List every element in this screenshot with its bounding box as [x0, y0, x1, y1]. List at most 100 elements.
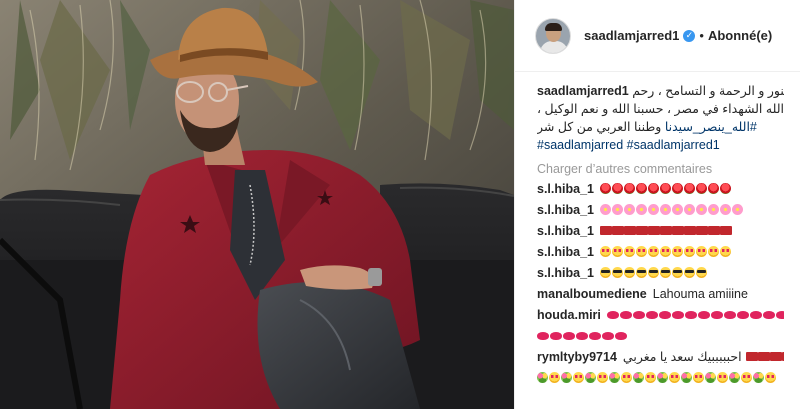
- sunglasses-emoji-icon: [647, 267, 659, 278]
- bouquet-emoji-icon: [609, 372, 620, 383]
- follow-status-button[interactable]: Abonné(e): [708, 28, 772, 43]
- bouquet-emoji-icon: [729, 372, 740, 383]
- heart-eyes-emoji-icon: [645, 372, 656, 383]
- lips-emoji-icon: [606, 310, 619, 319]
- blossom-emoji-icon: [599, 204, 611, 215]
- lips-emoji-icon: [645, 310, 658, 319]
- comment-row: rymltyby9714 احبببببيك سعد يا مغربي: [537, 346, 784, 367]
- morocco-flag-emoji-icon: [659, 226, 672, 235]
- blossom-emoji-icon: [719, 204, 731, 215]
- morocco-flag-emoji-icon: [769, 352, 782, 361]
- rose-emoji-icon: [671, 183, 683, 194]
- blossom-emoji-icon: [683, 204, 695, 215]
- comment-rows: s.l.hiba_1 s.l.hiba_1 s.l.hiba_1 s.l.hiba_1…: [537, 178, 784, 388]
- heart-eyes-emoji-icon: [635, 246, 647, 257]
- morocco-flag-emoji-icon: [683, 226, 696, 235]
- morocco-flag-emoji-icon: [671, 226, 684, 235]
- heart-eyes-emoji-icon: [719, 246, 731, 257]
- heart-eyes-emoji-icon: [599, 246, 611, 257]
- blossom-emoji-icon: [635, 204, 647, 215]
- comment-row: s.l.hiba_1: [537, 199, 784, 220]
- comment-username[interactable]: s.l.hiba_1: [537, 243, 594, 261]
- rose-emoji-icon: [611, 183, 623, 194]
- sunglasses-emoji-icon: [683, 267, 695, 278]
- morocco-flag-emoji-icon: [635, 226, 648, 235]
- lips-emoji-icon: [723, 310, 736, 319]
- caption-username[interactable]: saadlamjarred1: [537, 84, 629, 98]
- lips-emoji-icon: [684, 310, 697, 319]
- blossom-emoji-icon: [695, 204, 707, 215]
- caption-line-1: saadlamjarred1 مساء النور و الرحمة و الت…: [537, 82, 784, 100]
- heart-eyes-emoji-icon: [611, 246, 623, 257]
- heart-eyes-emoji-icon: [717, 372, 728, 383]
- sunglasses-emoji-icon: [623, 267, 635, 278]
- sunglasses-emoji-icon: [611, 267, 623, 278]
- blossom-emoji-icon: [671, 204, 683, 215]
- verified-badge-icon: ✓: [683, 29, 696, 42]
- sunglasses-emoji-icon: [599, 267, 611, 278]
- heart-eyes-emoji-icon: [573, 372, 584, 383]
- comment-text: احبببببيك سعد يا مغربي: [622, 349, 742, 364]
- comment-row: s.l.hiba_1: [537, 220, 784, 241]
- lips-emoji-icon: [749, 310, 762, 319]
- lips-emoji-icon: [671, 310, 684, 319]
- bouquet-emoji-icon: [681, 372, 692, 383]
- lips-emoji-icon: [576, 331, 588, 340]
- comment-username[interactable]: s.l.hiba_1: [537, 264, 594, 282]
- rose-emoji-icon: [695, 183, 707, 194]
- heart-eyes-emoji-icon: [707, 246, 719, 257]
- lips-emoji-icon: [697, 310, 710, 319]
- heart-eyes-emoji-icon: [695, 246, 707, 257]
- blossom-emoji-icon: [731, 204, 743, 215]
- rose-emoji-icon: [719, 183, 731, 194]
- rose-emoji-icon: [635, 183, 647, 194]
- bouquet-emoji-icon: [585, 372, 596, 383]
- comment-text: Lahouma amiiine: [652, 286, 748, 301]
- lips-emoji-icon: [710, 310, 723, 319]
- heart-eyes-emoji-icon: [647, 246, 659, 257]
- load-more-comments-link[interactable]: Charger d’autres commentaires: [537, 160, 784, 178]
- lips-emoji-icon: [658, 310, 671, 319]
- comment-username[interactable]: houda.miri: [537, 306, 601, 324]
- lips-emoji-icon: [563, 331, 575, 340]
- bouquet-emoji-icon: [537, 372, 548, 383]
- avatar[interactable]: [535, 17, 571, 54]
- blossom-emoji-icon: [707, 204, 719, 215]
- post-caption: saadlamjarred1 مساء النور و الرحمة و الت…: [537, 82, 784, 154]
- comment-username[interactable]: s.l.hiba_1: [537, 201, 594, 219]
- comment-username[interactable]: rymltyby9714: [537, 348, 617, 366]
- sunglasses-emoji-icon: [671, 267, 683, 278]
- author-username[interactable]: saadlamjarred1: [584, 28, 679, 43]
- rose-emoji-icon: [647, 183, 659, 194]
- heart-eyes-emoji-icon: [621, 372, 632, 383]
- comments-list: saadlamjarred1 مساء النور و الرحمة و الت…: [515, 72, 800, 388]
- morocco-flag-emoji-icon: [707, 226, 720, 235]
- caption-hashtags[interactable]: #saadlamjarred #saadlamjarred1: [537, 136, 784, 154]
- lips-emoji-icon: [550, 331, 562, 340]
- morocco-flag-emoji-icon: [781, 352, 784, 361]
- post-photo[interactable]: [0, 0, 514, 409]
- post-image: [0, 0, 514, 409]
- morocco-flag-emoji-icon: [757, 352, 770, 361]
- lips-emoji-icon: [589, 331, 601, 340]
- rose-emoji-icon: [599, 183, 611, 194]
- heart-eyes-emoji-icon: [765, 372, 776, 383]
- rose-emoji-icon: [659, 183, 671, 194]
- heart-eyes-emoji-icon: [671, 246, 683, 257]
- caption-line-3: وطننا العربي من كل شر #الله_ينصر_سيدنا: [537, 118, 784, 136]
- lips-emoji-icon: [602, 331, 614, 340]
- sunglasses-emoji-icon: [635, 267, 647, 278]
- morocco-flag-emoji-icon: [623, 226, 636, 235]
- sunglasses-emoji-icon: [695, 267, 707, 278]
- comment-username[interactable]: manalboumediene: [537, 285, 647, 303]
- heart-eyes-emoji-icon: [623, 246, 635, 257]
- heart-eyes-emoji-icon: [597, 372, 608, 383]
- comment-username[interactable]: s.l.hiba_1: [537, 180, 594, 198]
- lips-emoji-icon: [537, 331, 549, 340]
- lips-emoji-icon: [775, 310, 784, 319]
- heart-eyes-emoji-icon: [659, 246, 671, 257]
- morocco-flag-emoji-icon: [647, 226, 660, 235]
- comment-username[interactable]: s.l.hiba_1: [537, 222, 594, 240]
- caption-arabic-hashtag[interactable]: #الله_ينصر_سيدنا: [665, 120, 757, 134]
- comment-row: s.l.hiba_1: [537, 178, 784, 199]
